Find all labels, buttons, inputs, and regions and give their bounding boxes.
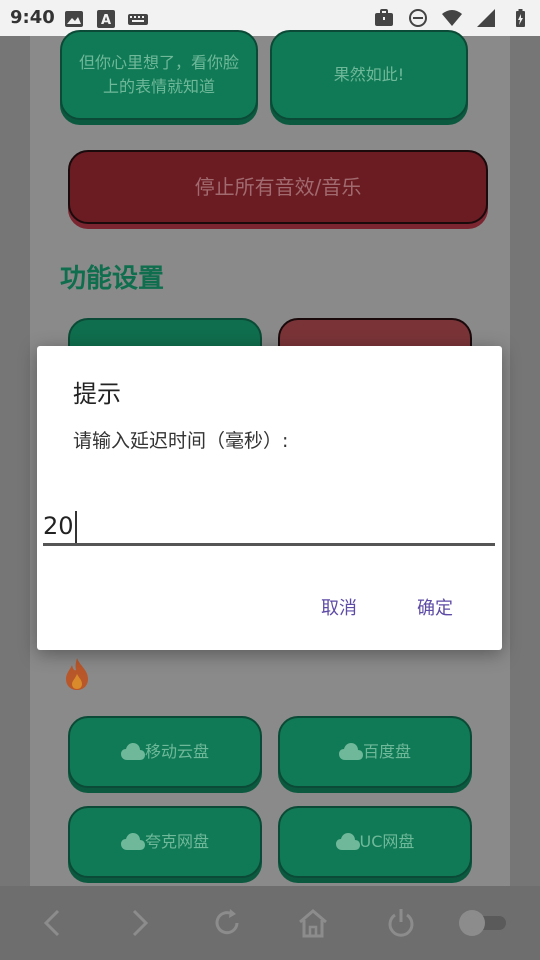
cloud-icon — [335, 833, 360, 850]
signal-icon — [477, 9, 495, 27]
image-icon — [65, 11, 83, 27]
status-time: 9:40 — [10, 7, 55, 28]
cloud-baidu-label: 百度盘 — [362, 742, 411, 761]
cloud-quark-button[interactable]: 夸克网盘 — [68, 806, 262, 878]
forward-icon[interactable] — [122, 906, 156, 940]
delay-input[interactable]: 20 — [43, 506, 495, 546]
text-a-icon: A — [97, 10, 115, 28]
section-title: 功能设置 — [60, 264, 165, 294]
cloud-mobile-label: 移动云盘 — [144, 742, 209, 761]
dialog-title: 提示 — [73, 380, 121, 408]
refresh-icon[interactable] — [210, 906, 244, 940]
stop-all-sound-button[interactable]: 停止所有音效/音乐 — [68, 150, 488, 224]
cloud-uc-label: UC网盘 — [359, 832, 415, 851]
back-icon[interactable] — [36, 906, 70, 940]
delay-input-value: 20 — [43, 512, 74, 540]
dnd-icon — [409, 9, 427, 27]
fire-icon — [66, 658, 88, 690]
ok-button[interactable]: 确定 — [417, 594, 453, 620]
wifi-icon — [442, 10, 462, 26]
cloud-quark-label: 夸克网盘 — [144, 832, 209, 851]
cloud-mobile-button[interactable]: 移动云盘 — [68, 716, 262, 788]
cloud-uc-button[interactable]: UC网盘 — [278, 806, 472, 878]
reply-button-right[interactable]: 果然如此! — [270, 30, 468, 120]
prompt-dialog: 提示 请输入延迟时间（毫秒）: 20 取消 确定 — [37, 346, 502, 650]
cloud-icon — [120, 743, 145, 760]
bottom-nav — [0, 886, 540, 960]
dialog-message: 请输入延迟时间（毫秒）: — [73, 430, 289, 452]
power-icon[interactable] — [384, 906, 418, 940]
cloud-icon — [338, 743, 363, 760]
svg-text:A: A — [101, 13, 111, 28]
cancel-button[interactable]: 取消 — [321, 594, 357, 620]
reply-button-left[interactable]: 但你心里想了，看你脸上的表情就知道 — [60, 30, 258, 120]
cloud-baidu-button[interactable]: 百度盘 — [278, 716, 472, 788]
toggle-switch[interactable] — [456, 908, 510, 938]
battery-charging-icon — [516, 9, 525, 27]
home-icon[interactable] — [296, 906, 330, 940]
cloud-icon — [120, 833, 145, 850]
keyboard-icon — [128, 14, 148, 25]
text-caret — [74, 511, 77, 543]
briefcase-icon — [375, 9, 393, 26]
